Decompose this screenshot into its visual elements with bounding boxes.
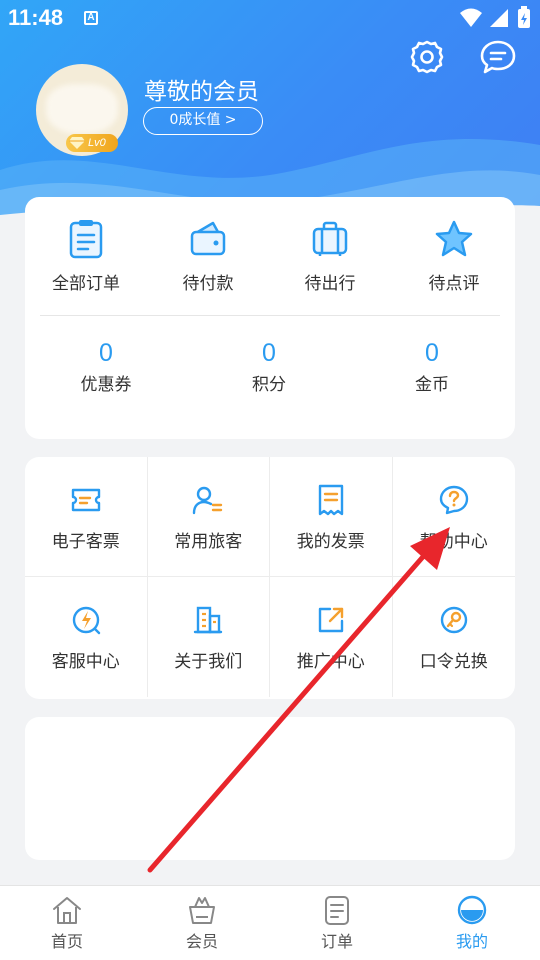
order-pending-trip-label: 待出行 — [304, 274, 356, 294]
order-all[interactable]: 全部订单 — [25, 217, 147, 294]
growth-value-button[interactable]: 0成长值 > — [143, 107, 263, 135]
tab-home[interactable]: 首页 — [27, 894, 107, 952]
service-frequent-travelers[interactable]: 常用旅客 — [147, 457, 270, 577]
tab-profile[interactable]: 我的 — [432, 894, 512, 952]
content-card — [25, 717, 515, 860]
coupons-stat[interactable]: 0 优惠券 — [45, 339, 167, 395]
customer-service-icon — [72, 606, 100, 635]
order-pending-payment[interactable]: 待付款 — [147, 217, 269, 294]
battery-icon — [518, 6, 530, 28]
service-e-ticket[interactable]: 电子客票 — [25, 457, 148, 577]
notification-a-icon: A — [84, 11, 98, 25]
coupons-value: 0 — [99, 339, 113, 367]
tab-orders[interactable]: 订单 — [297, 894, 377, 952]
diamond-icon — [69, 137, 85, 149]
status-icons — [460, 6, 530, 28]
status-bar: 11:48 A — [0, 0, 540, 36]
chat-bubble-icon — [480, 40, 516, 74]
services-card: 电子客票 常用旅客 我的发票 帮助中心 客服中心 关于我们 推广中心 口令兑换 — [25, 457, 515, 699]
member-icon — [189, 897, 215, 924]
service-help-center-label: 帮助中心 — [419, 532, 488, 552]
tab-profile-label: 我的 — [455, 932, 488, 951]
service-promotion-center[interactable]: 推广中心 — [270, 577, 393, 697]
key-icon — [440, 606, 467, 634]
order-icon — [325, 896, 349, 925]
service-frequent-travelers-label: 常用旅客 — [174, 532, 243, 552]
points-value: 0 — [262, 339, 276, 367]
service-code-redeem[interactable]: 口令兑换 — [393, 577, 516, 697]
order-pending-payment-label: 待付款 — [182, 274, 234, 294]
service-customer-service-label: 客服中心 — [51, 652, 120, 672]
tab-home-label: 首页 — [50, 932, 83, 951]
coins-label: 金币 — [415, 375, 449, 395]
bottom-tab-bar: 首页 会员 订单 我的 — [0, 885, 540, 960]
orders-card: 全部订单 待付款 待出行 待点评 0 优惠券 0 积分 0 金币 — [25, 197, 515, 439]
share-icon — [318, 607, 343, 633]
tab-member[interactable]: 会员 — [162, 894, 242, 952]
building-icon — [194, 606, 223, 634]
service-my-invoice[interactable]: 我的发票 — [270, 457, 393, 577]
points-stat[interactable]: 0 积分 — [208, 339, 330, 395]
tab-member-label: 会员 — [185, 932, 218, 951]
message-button[interactable] — [479, 38, 517, 76]
coins-stat[interactable]: 0 金币 — [371, 339, 493, 395]
service-promotion-center-label: 推广中心 — [296, 652, 365, 672]
avatar-image — [46, 84, 118, 134]
service-about-us[interactable]: 关于我们 — [148, 577, 270, 697]
coupons-label: 优惠券 — [80, 375, 132, 395]
order-pending-trip[interactable]: 待出行 — [269, 217, 391, 294]
luggage-icon — [312, 221, 348, 256]
wallet-icon — [190, 221, 226, 256]
invoice-icon — [318, 484, 343, 516]
status-time: 11:48 — [8, 5, 64, 30]
service-e-ticket-label: 电子客票 — [51, 532, 120, 552]
profile-header: 11:48 A Lv0 尊敬的会员 0成长值 > — [0, 0, 540, 225]
service-code-redeem-label: 口令兑换 — [419, 652, 488, 672]
coins-value: 0 — [425, 339, 439, 367]
gear-icon — [410, 40, 444, 74]
order-list-icon — [69, 220, 103, 259]
signal-icon — [490, 9, 508, 27]
tab-orders-label: 订单 — [320, 932, 353, 951]
home-icon — [53, 897, 81, 924]
order-pending-review[interactable]: 待点评 — [393, 217, 515, 294]
order-pending-review-label: 待点评 — [428, 274, 480, 294]
help-icon — [439, 485, 468, 515]
settings-button[interactable] — [408, 38, 446, 76]
service-about-us-label: 关于我们 — [174, 652, 243, 672]
service-my-invoice-label: 我的发票 — [296, 532, 365, 552]
wifi-icon — [460, 8, 482, 27]
profile-icon — [457, 895, 487, 925]
order-all-label: 全部订单 — [52, 274, 120, 294]
level-label: Lv0 — [88, 137, 106, 149]
traveler-icon — [193, 486, 223, 515]
points-label: 积分 — [252, 375, 286, 395]
service-help-center[interactable]: 帮助中心 — [392, 457, 515, 577]
level-badge: Lv0 — [66, 134, 118, 152]
star-icon — [435, 220, 473, 257]
orders-divider — [40, 315, 500, 316]
member-title: 尊敬的会员 — [144, 79, 259, 105]
service-customer-service[interactable]: 客服中心 — [25, 577, 148, 697]
ticket-icon — [71, 488, 100, 512]
